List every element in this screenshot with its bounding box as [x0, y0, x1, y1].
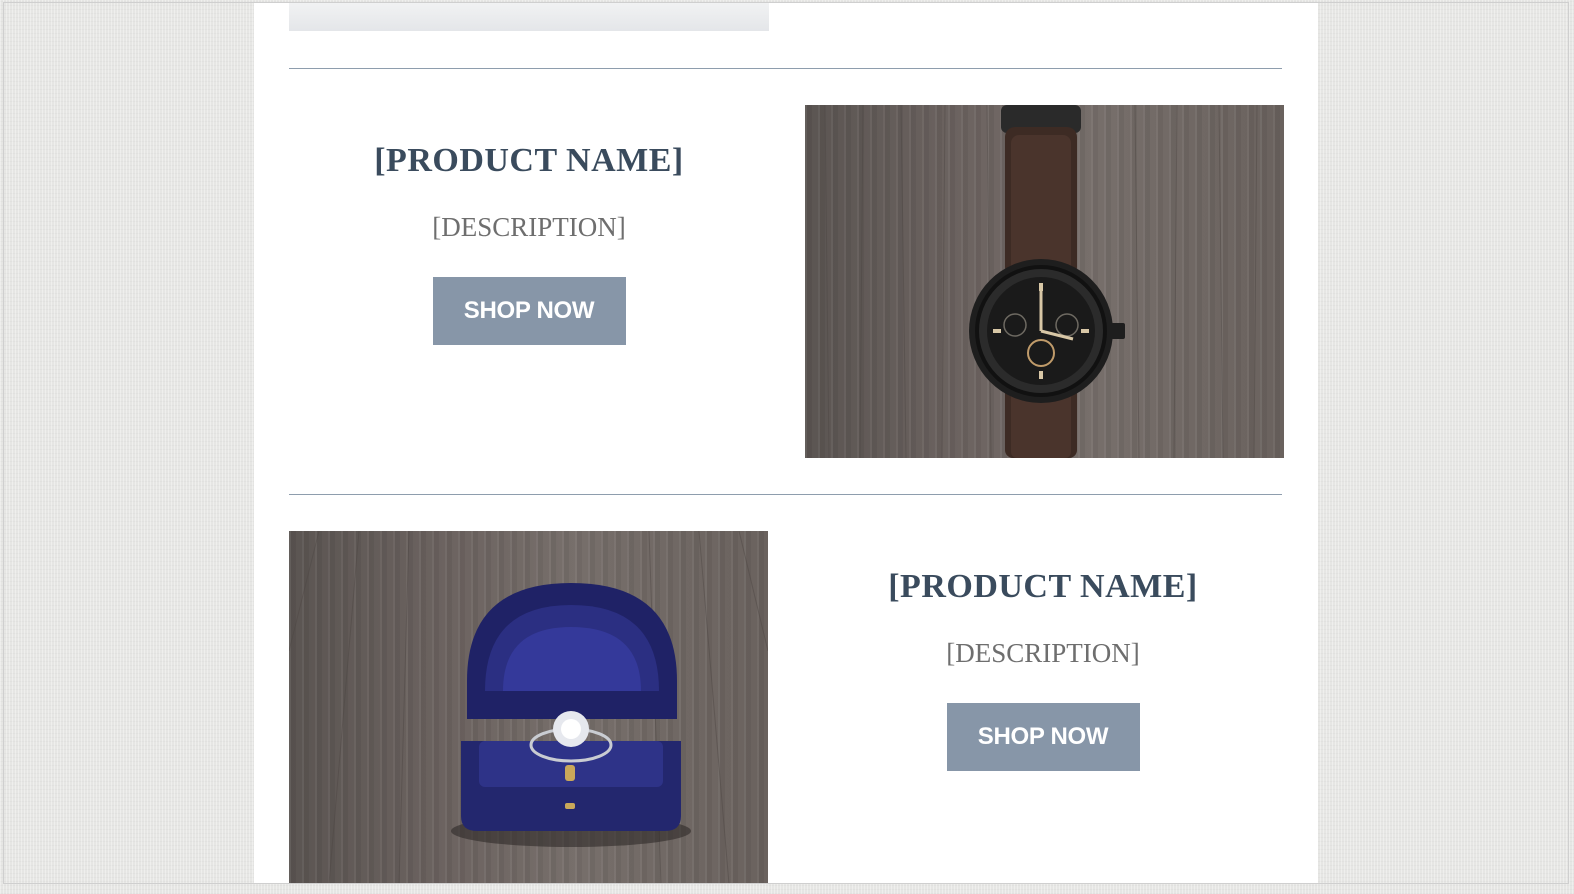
email-body: [PRODUCT NAME] [DESCRIPTION] SHOP NOW [P… — [254, 3, 1318, 883]
product-2-image[interactable] — [289, 531, 768, 883]
product-1-image[interactable] — [805, 105, 1284, 458]
product-2-info: [PRODUCT NAME] [DESCRIPTION] SHOP NOW — [803, 531, 1283, 771]
section-divider — [289, 68, 1282, 69]
email-viewport: [PRODUCT NAME] [DESCRIPTION] SHOP NOW [P… — [3, 2, 1569, 884]
previous-product-image — [289, 3, 769, 31]
section-divider — [289, 494, 1282, 495]
product-1-shop-now-button[interactable]: SHOP NOW — [432, 277, 626, 345]
product-2-shop-now-button[interactable]: SHOP NOW — [946, 703, 1140, 771]
product-2-description: [DESCRIPTION] — [946, 638, 1140, 668]
product-1-info: [PRODUCT NAME] [DESCRIPTION] SHOP NOW — [289, 105, 769, 345]
product-1-name: [PRODUCT NAME] — [374, 142, 684, 179]
product-2-name: [PRODUCT NAME] — [888, 568, 1198, 605]
product-1-description: [DESCRIPTION] — [432, 212, 626, 242]
watch-image — [824, 105, 1258, 458]
ring-box-image — [289, 531, 768, 883]
